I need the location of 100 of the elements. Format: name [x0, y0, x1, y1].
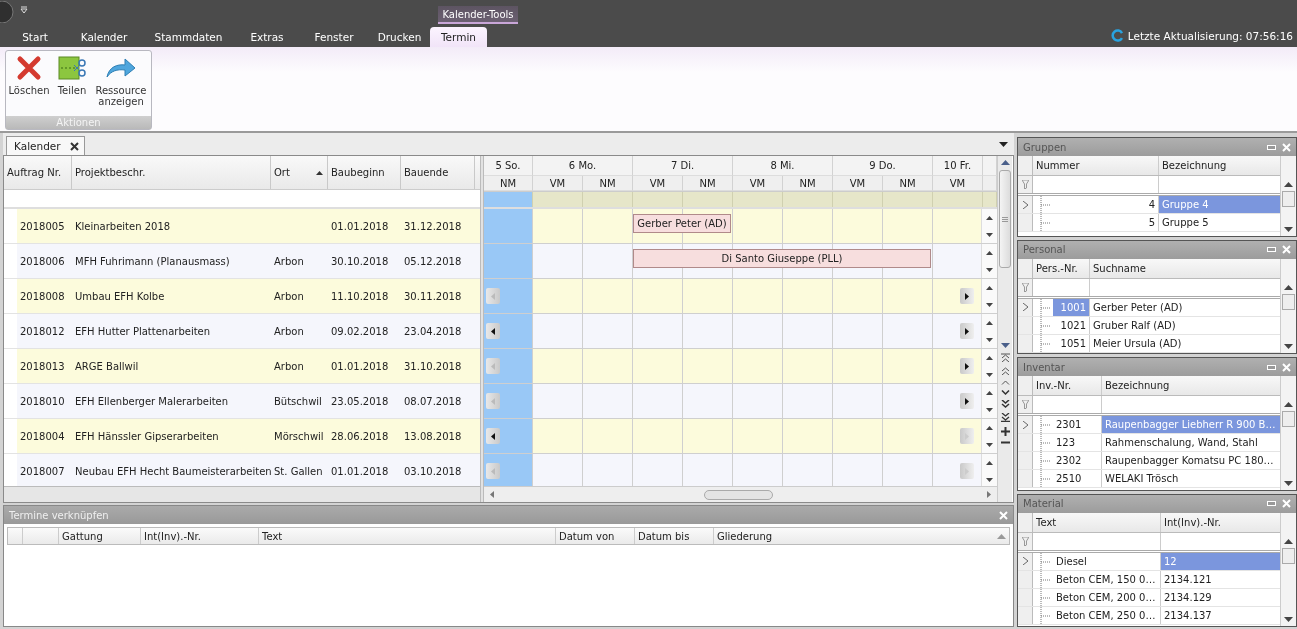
column-header[interactable]: Bauende — [401, 156, 475, 189]
scroll-thumb[interactable] — [999, 170, 1011, 268]
scroll-thumb[interactable] — [1282, 293, 1295, 310]
row-indicator-cell[interactable] — [1018, 452, 1033, 470]
table-cell[interactable]: 2302 — [1053, 452, 1102, 470]
scroll-left-icon[interactable] — [490, 491, 494, 498]
column-header[interactable]: Baubeginn — [328, 156, 401, 189]
step-up-icon[interactable] — [986, 250, 993, 255]
plus-icon[interactable] — [1000, 427, 1010, 436]
scroll-thumb[interactable] — [1282, 547, 1295, 564]
ribbon-tab[interactable]: Kalender — [66, 27, 142, 47]
table-cell[interactable]: 123 — [1053, 434, 1102, 452]
minimize-icon[interactable] — [1267, 501, 1276, 507]
table-cell[interactable]: 1051 — [1053, 334, 1090, 352]
table-cell[interactable]: Gruppe 5 — [1159, 214, 1280, 231]
table-cell[interactable]: Beton CEM, 200 0… — [1053, 588, 1161, 606]
last-record-icon[interactable] — [1000, 413, 1010, 422]
ribbon-tab[interactable]: Fenster — [299, 27, 369, 47]
scroll-up-icon[interactable] — [1284, 402, 1293, 408]
step-up-icon[interactable] — [986, 460, 993, 465]
step-down-icon[interactable] — [986, 407, 993, 412]
step-down-icon[interactable] — [986, 372, 993, 377]
column-header[interactable]: Auftrag Nr. — [4, 156, 72, 189]
next-button[interactable] — [960, 358, 974, 374]
step-up-icon[interactable] — [986, 320, 993, 325]
dropdown-icon[interactable] — [999, 141, 1008, 147]
row-indicator-cell[interactable] — [1018, 434, 1033, 452]
table-row[interactable]: 2018013 ARGE Ballwil Arbon 01.01.2018 31.10.2018 — [4, 349, 480, 384]
column-header[interactable]: Datum bis — [635, 528, 714, 544]
document-tab[interactable]: Kalender — [6, 136, 85, 155]
table-cell[interactable]: 1021 — [1053, 316, 1090, 334]
table-cell[interactable]: Beton CEM, 150 0… — [1053, 570, 1161, 588]
column-header[interactable]: Ort — [271, 156, 328, 189]
next-button[interactable] — [960, 323, 974, 339]
previous-button[interactable] — [486, 428, 500, 444]
table-cell[interactable]: Raupenbagger Komatsu PC 180… — [1102, 452, 1280, 470]
split-button[interactable]: Teilen — [52, 51, 92, 116]
column-header[interactable]: Inv.-Nr. — [1033, 376, 1102, 396]
minimize-icon[interactable] — [1267, 364, 1276, 370]
page-up-icon[interactable] — [1000, 367, 1010, 375]
table-row[interactable]: 2018005 Kleinarbeiten 2018 01.01.2018 31.12.2018 — [4, 209, 480, 244]
column-header[interactable]: Datum von — [556, 528, 635, 544]
step-up-icon[interactable] — [986, 355, 993, 360]
scroll-down-icon[interactable] — [1284, 617, 1293, 622]
table-row[interactable]: 2018004 EFH Hänssler Gipserarbeiten Mörschwil 28.06.2018 13.08.2018 — [4, 419, 480, 454]
column-header[interactable]: Suchname — [1090, 258, 1280, 278]
ribbon-tab[interactable]: Stammdaten — [142, 27, 235, 47]
ribbon-tab[interactable]: Start — [4, 27, 66, 47]
row-indicator-cell[interactable] — [1018, 196, 1033, 213]
table-cell[interactable]: 2134.129 — [1161, 588, 1280, 606]
next-button[interactable] — [960, 393, 974, 409]
ribbon-tab[interactable]: Drucken — [369, 27, 430, 47]
table-cell[interactable]: Meier Ursula (AD) — [1090, 334, 1280, 352]
filter-icon[interactable] — [1021, 282, 1029, 292]
table-cell[interactable]: Gruber Ralf (AD) — [1090, 316, 1280, 334]
table-row[interactable]: 2018012 EFH Hutter Plattenarbeiten Arbon 09.02.2018 23.04.2018 — [4, 314, 480, 349]
scroll-right-icon[interactable] — [987, 491, 991, 498]
appointment-bar[interactable]: Di Santo Giuseppe (PLL) — [633, 249, 931, 268]
table-row[interactable]: 2018007 Neubau EFH Hecht Baumeisterarbeiten St. Gallen 01.01.2018 03.10.2018 — [4, 454, 480, 486]
first-record-icon[interactable] — [1000, 353, 1010, 362]
table-cell[interactable]: Gerber Peter (AD) — [1090, 298, 1280, 316]
ribbon-tab[interactable]: Termin — [430, 27, 487, 47]
column-header[interactable]: Gattung — [59, 528, 141, 544]
table-cell[interactable]: 2134.121 — [1161, 570, 1280, 588]
column-header[interactable]: Projektbeschr. — [72, 156, 271, 189]
column-header[interactable]: Nummer — [1033, 156, 1159, 175]
scroll-up-icon[interactable] — [1284, 538, 1293, 544]
table-row[interactable]: 2018008 Umbau EFH Kolbe Arbon 11.10.2018 30.11.2018 — [4, 279, 480, 314]
customize-icon[interactable] — [20, 6, 28, 14]
scroll-up-icon[interactable] — [1284, 284, 1293, 290]
table-cell[interactable]: Rahmenschalung, Wand, Stahl — [1102, 434, 1280, 452]
row-indicator-cell[interactable] — [1018, 416, 1033, 434]
show-button[interactable]: Ressource anzeigen — [92, 51, 150, 116]
ribbon-tab[interactable]: Extras — [235, 27, 299, 47]
minus-icon[interactable] — [1000, 441, 1010, 444]
chevron-down-icon[interactable] — [1000, 390, 1010, 395]
table-row[interactable]: 2018006 MFH Fuhrimann (Planausmass) Arbon 30.10.2018 05.12.2018 — [4, 244, 480, 279]
step-down-icon[interactable] — [986, 302, 993, 307]
filter-icon[interactable] — [1021, 400, 1029, 410]
table-row[interactable]: 2018010 EFH Ellenberger Malerarbeiten Bütschwil 23.05.2018 08.07.2018 — [4, 384, 480, 419]
row-indicator-cell[interactable] — [1018, 470, 1033, 488]
minimize-icon[interactable] — [1267, 144, 1276, 150]
step-down-icon[interactable] — [986, 442, 993, 447]
previous-button[interactable] — [486, 323, 500, 339]
filter-icon[interactable] — [1021, 536, 1029, 546]
scroll-thumb[interactable] — [704, 489, 773, 500]
scroll-down-icon[interactable] — [1284, 480, 1293, 486]
step-down-icon[interactable] — [986, 477, 993, 482]
column-header[interactable]: Bezeichnung — [1159, 156, 1280, 175]
minimize-icon[interactable] — [1267, 247, 1276, 253]
step-up-icon[interactable] — [986, 390, 993, 395]
scroll-up-icon[interactable] — [1000, 160, 1010, 165]
column-header[interactable]: Int(Inv).-Nr. — [1161, 512, 1280, 532]
step-up-icon[interactable] — [986, 285, 993, 290]
step-down-icon[interactable] — [986, 232, 993, 237]
column-header[interactable]: Text — [259, 528, 556, 544]
step-down-icon[interactable] — [986, 267, 993, 272]
filter-icon[interactable] — [1021, 180, 1029, 189]
scroll-thumb[interactable] — [1282, 411, 1295, 428]
scroll-down-icon[interactable] — [1284, 226, 1293, 232]
